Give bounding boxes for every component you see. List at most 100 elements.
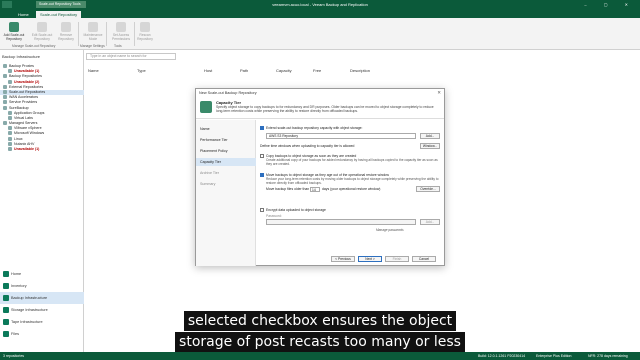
rescan-repository-button[interactable]: Rescan Repository (132, 22, 158, 41)
warning-icon (8, 69, 12, 74)
ribbon-group-manage: Manage Scale-out Repository (12, 44, 56, 48)
set-access-permissions-button[interactable]: Set Access Permissions (108, 22, 134, 41)
tree-node-icon (3, 100, 7, 105)
move-backups-checkbox[interactable] (260, 173, 264, 177)
tree-item-label: Linux (14, 136, 23, 141)
password-label: Password: (266, 214, 282, 218)
password-select[interactable] (266, 219, 416, 225)
finish-button[interactable]: Finish (385, 256, 409, 262)
move-backups-description: Reduce your long-term retention costs by… (266, 177, 439, 185)
video-subtitles: selected checkbox ensures the object sto… (170, 311, 470, 353)
tree-item-label: SureBackup (9, 105, 29, 110)
step-summary: Summary (200, 182, 216, 186)
maintenance-icon (88, 22, 98, 32)
dialog-description: Specify object storage to copy backups t… (216, 105, 434, 113)
remove-repository-button[interactable]: Remove Repository (53, 22, 79, 41)
tree-node-icon (8, 141, 12, 146)
ribbon-separator (78, 22, 79, 46)
tree-item-label: Nutanix AHV (14, 141, 35, 146)
status-edition: Enterprise Plus Edition (536, 354, 572, 358)
extend-capacity-checkbox[interactable] (260, 126, 264, 130)
tree-item-label: Service Providers (9, 100, 38, 105)
nav-button[interactable]: Inventory (0, 280, 84, 292)
nav-section-icon (3, 307, 9, 313)
close-icon[interactable]: ✕ (437, 90, 441, 96)
tree-item-label: Unavailable (1) (14, 69, 40, 74)
tree-node-icon (3, 95, 7, 100)
nav-button[interactable]: Storage Infrastructure (0, 304, 84, 316)
new-scale-out-repository-dialog: New Scale-out Backup Repository ✕ Capaci… (195, 88, 445, 266)
tree-item-label: External Repositories (9, 84, 44, 89)
add-scale-out-repository-button[interactable]: Add Scale-out Repository (1, 22, 27, 41)
nav-button[interactable]: Tape Infrastructure (0, 316, 84, 328)
tree-node-icon (8, 115, 12, 120)
status-count: 3 repositories (3, 354, 25, 358)
step-performance-tier[interactable]: Performance Tier (196, 136, 256, 144)
column-header-host[interactable]: Host (204, 68, 212, 73)
nav-button-label: Backup Infrastructure (11, 296, 48, 300)
tab-home[interactable]: Home (14, 11, 33, 18)
ribbon-tabs: Home Scale-out Repository (0, 10, 640, 18)
window-label: Define time windows when uploading to ca… (260, 144, 355, 148)
column-header-capacity[interactable]: Capacity (276, 68, 292, 73)
move-days-input[interactable]: 14 (310, 186, 320, 192)
column-header-description[interactable]: Description (350, 68, 370, 73)
override-button[interactable]: Override... (416, 186, 440, 192)
nav-button-label: Home (11, 272, 22, 276)
tree-item-label: Scale-out Repositories (9, 89, 46, 94)
encrypt-label: Encrypt data uploaded to object storage (266, 208, 326, 212)
permissions-icon (116, 22, 126, 32)
copy-backups-checkbox[interactable] (260, 154, 264, 158)
tree-item-label: Virtual Labs (14, 115, 33, 120)
manage-passwords-link[interactable]: Manage passwords (376, 228, 404, 232)
previous-button[interactable]: < Previous (331, 256, 355, 262)
tree-node-icon (3, 121, 7, 126)
nav-button[interactable]: Home (0, 268, 84, 280)
column-header-type[interactable]: Type (137, 68, 146, 73)
copy-backups-description: Create additional copy of your backups f… (266, 158, 438, 166)
tree-node-icon (8, 131, 12, 136)
add-password-button[interactable]: Add... (420, 219, 440, 225)
tree-item[interactable]: Unavailable (1) (0, 147, 84, 152)
encrypt-checkbox[interactable] (260, 208, 264, 212)
nav-button-label: Files (11, 332, 20, 336)
window-button[interactable]: Window... (420, 143, 440, 149)
next-button[interactable]: Next > (358, 256, 382, 262)
maintenance-mode-button[interactable]: Maintenance Mode (80, 22, 106, 41)
tree-item-label: Microsoft Windows (14, 131, 45, 136)
navigation-buttons: Home Inventory Backup Infrastructure Storag… (0, 268, 84, 340)
step-placement-policy[interactable]: Placement Policy (196, 147, 256, 155)
tree-item-label: Managed Servers (9, 121, 38, 126)
edit-scale-out-repository-button[interactable]: Edit Scale-out Repository (29, 22, 55, 41)
remove-icon (61, 22, 71, 32)
window-controls[interactable]: – ▢ ✕ (584, 2, 636, 7)
step-archive-tier: Archive Tier (200, 171, 219, 175)
tree-item-label: Unavailable (1) (14, 147, 40, 151)
tree-node-icon (8, 136, 12, 141)
column-header-path[interactable]: Path (240, 68, 248, 73)
column-header-free[interactable]: Free (313, 68, 321, 73)
ribbon: Add Scale-out Repository Edit Scale-out … (0, 18, 640, 50)
search-input[interactable]: Type in an object name to search for (86, 53, 176, 60)
cancel-button[interactable]: Cancel (412, 256, 436, 262)
status-bar: 3 repositories Build: 12.0.1.1261 P20230… (0, 352, 640, 360)
nav-section-icon (3, 271, 9, 277)
window-title: veeamvm.acuo.local - Veeam Backup and Re… (272, 2, 368, 7)
nav-button-label: Storage Infrastructure (11, 308, 48, 312)
nav-button-label: Inventory (11, 284, 27, 288)
warning-icon (8, 79, 12, 84)
step-name[interactable]: Name (196, 125, 256, 133)
object-storage-select[interactable]: AWS S3 Repository (266, 133, 416, 139)
wizard-steps: Name Performance Tier Placement Policy C… (196, 120, 256, 266)
title-bar: Scale-out Repository Tools veeamvm.acuo.… (0, 0, 640, 10)
tab-scale-out-repository[interactable]: Scale-out Repository (36, 11, 82, 18)
step-capacity-tier[interactable]: Capacity Tier (196, 158, 256, 166)
nav-button[interactable]: Files (0, 328, 84, 340)
status-license: NFR: 278 days remaining (588, 354, 628, 358)
add-object-storage-button[interactable]: Add... (420, 133, 440, 139)
column-header-name[interactable]: Name (88, 68, 99, 73)
tree-item-label: Unavailable (2) (14, 79, 40, 84)
capacity-tier-icon (200, 101, 212, 113)
dialog-title: New Scale-out Backup Repository (196, 89, 444, 97)
nav-button[interactable]: Backup Infrastructure (0, 292, 84, 304)
